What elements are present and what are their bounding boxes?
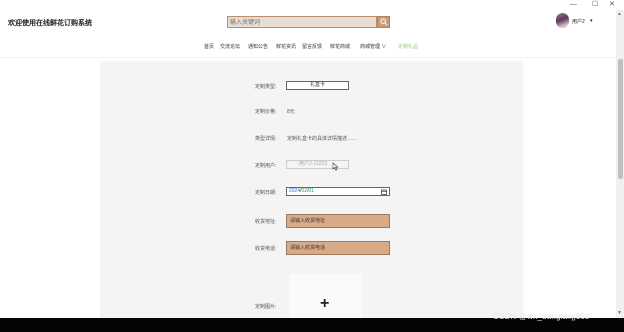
user-label: 定制用户: (255, 163, 277, 169)
price-value: 8元 (287, 109, 295, 115)
date-label: 定制日期: (255, 190, 277, 196)
description-value: 定制礼盒卡的具体详情描述…… (287, 136, 358, 142)
scrollbar-thumb[interactable] (618, 59, 623, 179)
search-input[interactable] (230, 18, 375, 27)
phone-input[interactable]: 请输入收货电话 (286, 241, 390, 255)
window-titlebar: — ☐ ✕ (0, 0, 624, 10)
nav-item-shop[interactable]: 鲜花商城 (330, 43, 350, 50)
chevron-down-icon[interactable]: ▾ (590, 18, 593, 24)
price-label: 定制价格: (255, 109, 277, 115)
cursor-icon (332, 162, 339, 171)
nav-item-news[interactable]: 鲜花资讯 (276, 43, 296, 50)
site-header: 欢迎使用在线鲜花订购系统 用户2 ▾ (0, 10, 616, 36)
type-value-box: 礼盒卡 (286, 81, 349, 90)
type-label: 定制类型: (255, 84, 277, 90)
site-title: 欢迎使用在线鲜花订购系统 (8, 20, 92, 27)
calendar-icon[interactable] (381, 189, 387, 195)
address-input[interactable]: 请输入收货地址 (286, 214, 390, 228)
phone-label: 收货电话: (255, 246, 277, 252)
nav-item-notices[interactable]: 通知公告 (248, 43, 268, 50)
scroll-up-icon[interactable]: ▲ (617, 11, 622, 17)
nav-item-forum[interactable]: 交流论坛 (220, 43, 240, 50)
user-field: 用户2-11223 (286, 160, 349, 169)
search-button[interactable] (377, 16, 390, 28)
nav-item-feedback[interactable]: 留言反馈 (302, 43, 322, 50)
nav-item-shop-management[interactable]: 商城管理 ∨ (360, 43, 386, 50)
nav-item-home[interactable]: 首页 (204, 43, 214, 50)
address-label: 收货地址: (255, 219, 277, 225)
avatar[interactable] (556, 13, 569, 28)
nav-item-custom-gift[interactable]: 定制礼品 (398, 43, 418, 50)
image-label: 定制图片: (255, 304, 277, 310)
close-button[interactable]: ✕ (609, 1, 615, 9)
search-box (227, 16, 377, 28)
date-field[interactable]: 2024/02/01 (286, 187, 390, 196)
minimize-button[interactable]: — (570, 1, 577, 9)
plus-icon[interactable]: + (320, 296, 329, 312)
search-icon (380, 18, 388, 26)
scroll-down-icon[interactable]: ▼ (617, 310, 622, 316)
maximize-button[interactable]: ☐ (592, 1, 598, 9)
username-label[interactable]: 用户2 (572, 18, 585, 25)
main-nav: 首页 交流论坛 通知公告 鲜花资讯 留言反馈 鲜花商城 商城管理 ∨ 定制礼品 (0, 36, 616, 58)
date-day: 01 (308, 188, 315, 194)
watermark: CSDN @wx_dangianjj889 (493, 312, 590, 321)
description-label: 类型详情: (255, 136, 277, 142)
browser-window: — ☐ ✕ 欢迎使用在线鲜花订购系统 用户2 ▾ 首页 交流论坛 通知公告 鲜花… (0, 0, 624, 332)
date-year: 2024 (289, 188, 301, 194)
